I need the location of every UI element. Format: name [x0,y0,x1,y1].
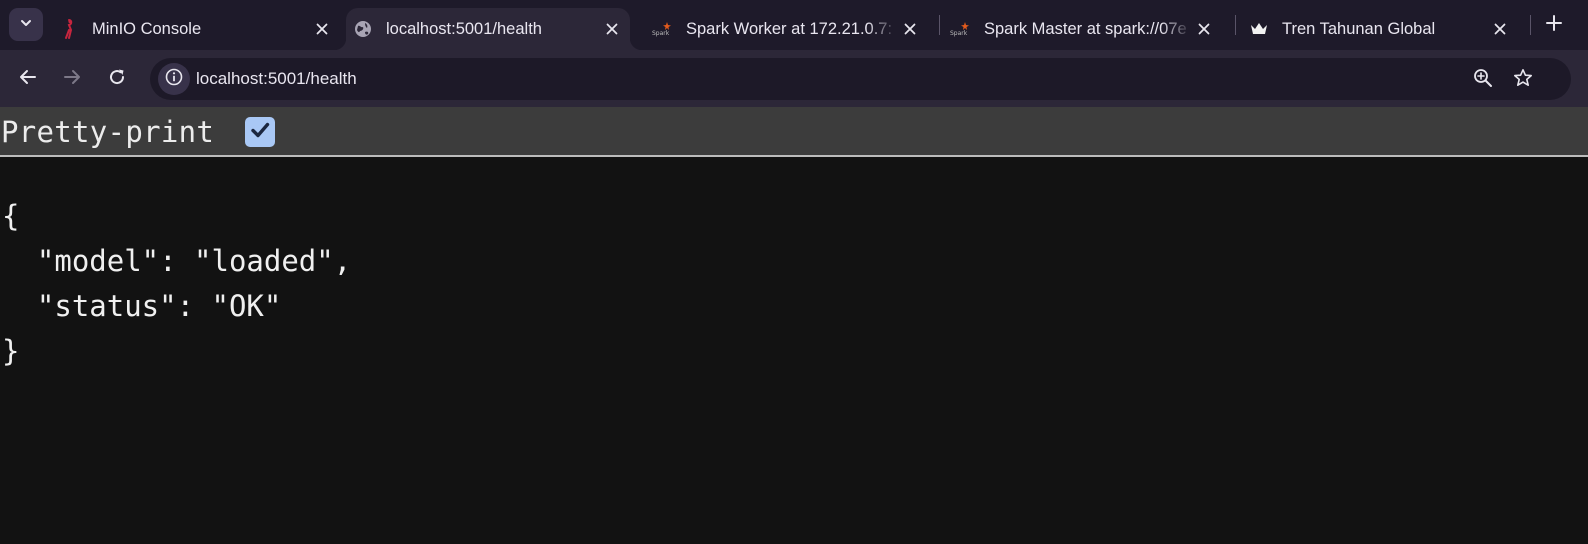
tab-separator [939,15,940,35]
tab-title: MinIO Console [92,19,202,38]
tab-minio-console[interactable]: MinIO Console [58,8,340,50]
globe-icon [352,18,374,40]
arrow-right-icon [63,68,81,90]
tab-title: localhost:5001/health [386,19,542,38]
tab-search-button[interactable] [9,8,43,41]
tab-title: Spark Master at spark://07e [984,19,1187,38]
close-icon[interactable] [898,17,922,41]
json-line-status: "status": "OK" [2,289,282,323]
tab-spark-master[interactable]: Spark Spark Master at spark://07e [950,8,1222,50]
crown-icon [1248,18,1270,40]
spark-logo-icon: Spark [652,18,674,40]
pretty-print-label: Pretty-print [1,115,215,149]
star-icon [1513,68,1533,92]
tab-localhost-health[interactable]: localhost:5001/health [334,8,642,50]
reload-button[interactable] [100,62,134,96]
address-bar[interactable]: localhost:5001/health [150,58,1571,100]
close-icon[interactable] [600,17,624,41]
zoom-in-icon [1473,68,1493,92]
reload-icon [108,68,126,90]
info-icon [165,68,183,90]
close-icon[interactable] [310,17,334,41]
json-open-brace: { [2,199,20,233]
tab-separator [1530,15,1531,35]
close-icon[interactable] [1488,17,1512,41]
pretty-print-bar: Pretty-print [0,107,1588,157]
chevron-down-icon [19,15,33,34]
minio-flamingo-icon [58,18,80,40]
browser-toolbar: localhost:5001/health [0,50,1588,107]
zoom-button[interactable] [1470,67,1496,93]
svg-text:Spark: Spark [950,30,968,37]
json-close-brace: } [2,334,20,368]
site-info-button[interactable] [158,63,190,95]
forward-button[interactable] [55,62,89,96]
close-icon[interactable] [1192,17,1216,41]
address-url: localhost:5001/health [196,69,357,88]
tab-tren-tahunan-global[interactable]: Tren Tahunan Global [1248,8,1518,50]
back-button[interactable] [11,62,45,96]
tab-separator [1235,15,1236,35]
json-line-model: "model": "loaded", [2,244,352,278]
tab-title: Spark Worker at 172.21.0.7: [686,19,893,38]
checkmark-icon [249,119,271,145]
svg-text:Spark: Spark [652,30,670,37]
json-content: { "model": "loaded", "status": "OK"} [2,194,351,374]
tab-spark-worker[interactable]: Spark Spark Worker at 172.21.0.7: [652,8,928,50]
plus-icon [1546,15,1562,35]
tab-strip: MinIO Console localhost:5001/health Spar… [0,0,1588,50]
new-tab-button[interactable] [1541,12,1567,38]
pretty-print-checkbox[interactable] [245,117,275,147]
bookmark-button[interactable] [1510,67,1536,93]
arrow-left-icon [19,68,37,90]
tab-title: Tren Tahunan Global [1282,19,1436,38]
spark-logo-icon: Spark [950,18,972,40]
